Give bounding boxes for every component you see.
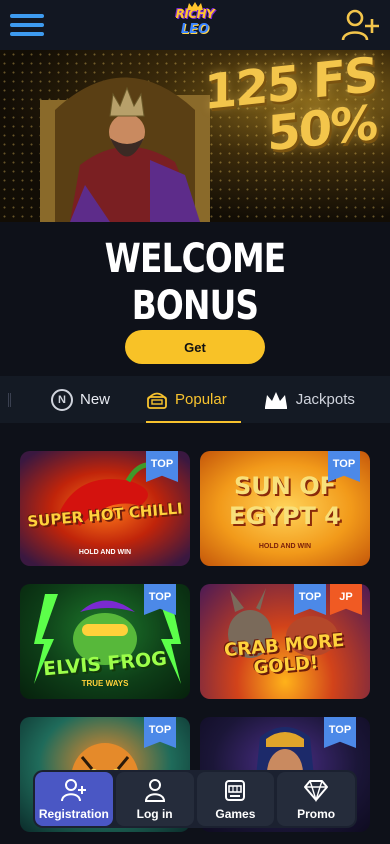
game-card-super-hot-chilli[interactable]: SUPER HOT CHILLI HOLD AND WIN TOP: [20, 451, 190, 566]
nav-promo-label: Promo: [297, 806, 336, 821]
game-card-sun-of-egypt-4[interactable]: SUN OF EGYPT 4 HOLD AND WIN TOP: [200, 451, 370, 566]
tabs-scroll-handle[interactable]: [8, 392, 11, 407]
game-card-elvis-frog[interactable]: ELVIS FROG TRUE WAYS TOP: [20, 584, 190, 699]
tab-popular[interactable]: Popular: [146, 376, 241, 423]
nav-promo[interactable]: Promo: [277, 772, 355, 826]
top-bar: RICHY LEO: [0, 0, 390, 50]
bottom-nav: Registration Log in Games Promo: [33, 770, 357, 828]
user-icon: [144, 778, 165, 802]
page: RICHY LEO 125 FS 50% WELCOME BONUS Get N…: [0, 0, 390, 844]
diamond-icon: [304, 779, 329, 802]
tab-popular-label: Popular: [175, 391, 227, 408]
get-bonus-button[interactable]: Get: [125, 330, 265, 364]
game-card-crab-more-gold[interactable]: CRAB MORE GOLD! TOP JP: [200, 584, 370, 699]
tab-new[interactable]: N New: [51, 376, 110, 423]
tab-new-label: New: [80, 391, 111, 408]
nav-login-label: Log in: [136, 806, 173, 821]
welcome-title: WELCOME BONUS: [35, 222, 355, 330]
nav-games-label: Games: [215, 806, 256, 821]
tab-jackpots-label: Jackpots: [295, 391, 355, 408]
banner-offer: 125 FS 50%: [204, 50, 376, 165]
game-subtitle: HOLD AND WIN: [78, 549, 132, 556]
welcome-title-line1: WELCOME: [104, 236, 287, 282]
logo-crown-icon: [187, 2, 203, 10]
tab-jackpots[interactable]: Jackpots: [263, 376, 355, 423]
nav-registration[interactable]: Registration: [35, 772, 113, 826]
n-circle-icon: N: [51, 388, 73, 411]
nav-registration-label: Registration: [38, 806, 109, 821]
category-tabs: N New Popular Jackpots: [0, 376, 390, 423]
promo-banner[interactable]: 125 FS 50%: [0, 50, 390, 222]
game-title: SUN OF EGYPT 4: [229, 472, 341, 530]
game-subtitle: HOLD AND WIN: [258, 543, 312, 550]
welcome-title-line2: BONUS: [131, 283, 259, 329]
logo-bottom-text: LEO: [180, 22, 210, 37]
add-user-button[interactable]: [340, 7, 380, 43]
hamburger-menu-icon[interactable]: [10, 11, 44, 39]
game-subtitle: TRUE WAYS: [81, 679, 129, 688]
slot-machine-icon: [225, 779, 246, 801]
add-user-icon: [60, 778, 86, 801]
welcome-bonus-section: WELCOME BONUS Get: [0, 222, 390, 376]
add-user-icon: [341, 9, 379, 41]
treasure-chest-icon: [147, 392, 167, 409]
nav-login[interactable]: Log in: [115, 772, 194, 826]
logo[interactable]: RICHY LEO: [172, 2, 218, 46]
nav-games[interactable]: Games: [196, 772, 275, 826]
crown-icon: [264, 391, 287, 409]
